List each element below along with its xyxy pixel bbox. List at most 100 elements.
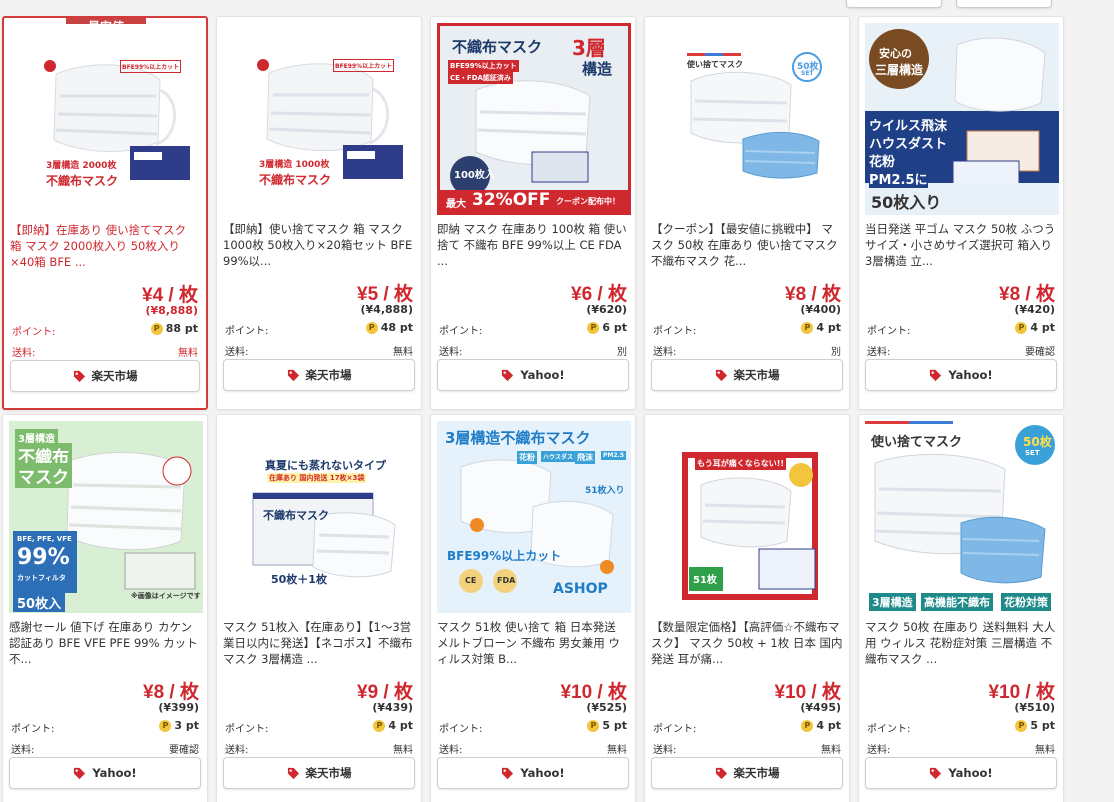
product-image[interactable]: 安心の 三層構造 ウイルス飛沫 ハウスダスト 花粉 PM2.5に 50枚入り [865, 23, 1059, 215]
image-caption: 安心の [879, 47, 912, 60]
product-card[interactable]: 最安値 3層構造 2000枚 不織布マスク BFE99%以上カット 【即納】在庫… [2, 16, 208, 410]
product-image[interactable]: 3層構造不織布マスク 花粉 ハウスダスト 飛沫 PM2.5 51枚入り BFE9… [437, 421, 631, 613]
image-caption: 花粉 [517, 451, 537, 464]
image-caption: 51枚 [693, 575, 717, 586]
shop-button[interactable]: Yahoo! [437, 359, 629, 391]
product-title[interactable]: マスク 50枚 在庫あり 送料無料 大人用 ウィルス 花粉症対策 三層構造 不織… [865, 619, 1057, 667]
image-caption: BFE, PFE, VFE [17, 535, 72, 543]
product-title[interactable]: 当日発送 平ゴム マスク 50枚 ふつうサイズ・小さめサイズ選択可 箱入り 3層… [865, 221, 1057, 269]
shipping-label: 送料: [439, 745, 463, 756]
product-image[interactable]: 使い捨てマスク 50枚 SET [651, 23, 845, 215]
image-caption: PM2.5に [869, 169, 928, 188]
image-caption: 不織布マスク [259, 173, 332, 187]
product-title[interactable]: 感謝セール 値下げ 在庫あり カケン認証あり BFE VFE PFE 99% カ… [9, 619, 201, 667]
image-caption: 在庫あり 国内発送 17枚×3袋 [267, 473, 367, 483]
total-price: (¥495) [800, 701, 841, 714]
product-card[interactable]: 不織布マスク 3層 構造 BFE99%以上カット CE・FDA認証済み 100枚… [430, 16, 636, 410]
tag-icon [74, 767, 86, 779]
product-image[interactable]: 使い捨てマスク 50枚 SET 3層構造 高機能不織布 花粉対策 [865, 421, 1059, 613]
unit-price: ¥4 / 枚 [142, 285, 198, 306]
point-coin-icon: P [587, 321, 600, 334]
points-text: 4 pt [388, 719, 413, 732]
product-card[interactable]: 安心の 三層構造 ウイルス飛沫 ハウスダスト 花粉 PM2.5に 50枚入り 当… [858, 16, 1064, 410]
tag-icon [930, 767, 942, 779]
image-caption: ※画像はイメージです [131, 592, 201, 600]
point-coin-icon: P [1015, 719, 1028, 732]
product-image[interactable]: 3層構造 不織布 マスク BFE, PFE, VFE 99% カットフィルタ 5… [9, 421, 203, 613]
tag-icon [502, 767, 514, 779]
image-caption: 不織布マスク [46, 174, 119, 188]
shop-button[interactable]: 楽天市場 [223, 757, 415, 789]
shipping-label: 送料: [225, 745, 249, 756]
point-coin-icon: P [801, 321, 814, 334]
unit-price: ¥5 / 枚 [357, 284, 413, 305]
product-card[interactable]: 3層構造 不織布 マスク BFE, PFE, VFE 99% カットフィルタ 5… [2, 414, 208, 802]
point-coin-icon: P [150, 322, 163, 335]
image-caption: 最大 [446, 199, 466, 210]
points-value: P5 pt [1015, 719, 1055, 732]
shop-button[interactable]: Yahoo! [9, 757, 201, 789]
point-coin-icon: P [365, 321, 378, 334]
unit-price: ¥10 / 枚 [774, 682, 841, 703]
point-coin-icon: P [587, 719, 600, 732]
shop-name: Yahoo! [948, 368, 993, 382]
product-title[interactable]: マスク 51枚 使い捨て 箱 日本発送 メルトブローン 不織布 男女兼用 ウィル… [437, 619, 629, 667]
top-control-left[interactable] [846, 0, 942, 8]
points-text: 48 pt [380, 321, 413, 334]
product-title[interactable]: 即納 マスク 在庫あり 100枚 箱 使い捨て 不織布 BFE 99%以上 CE… [437, 221, 629, 269]
product-title[interactable]: マスク 51枚入【在庫あり】【1〜3営業日以内に発送】【ネコポス】不織布マスク … [223, 619, 415, 667]
image-caption: 51枚入り [585, 486, 625, 496]
unit-price: ¥8 / 枚 [143, 682, 199, 703]
image-caption: SET [1025, 449, 1040, 457]
image-caption: 3層構造 1000枚 [259, 160, 330, 170]
point-label: ポイント: [439, 326, 483, 337]
product-title[interactable]: 【即納】在庫あり 使い捨てマスク 箱 マスク 2000枚入り 50枚入り×40箱… [10, 222, 200, 270]
total-price: (¥510) [1014, 701, 1055, 714]
point-label: ポイント: [653, 724, 697, 735]
product-title[interactable]: 【即納】使い捨てマスク 箱 マスク 1000枚 50枚入り×20箱セット BFE… [223, 221, 415, 269]
points-value: P4 pt [801, 719, 841, 732]
shipping-label: 送料: [653, 347, 677, 358]
unit-price: ¥9 / 枚 [357, 682, 413, 703]
product-card[interactable]: 3層構造不織布マスク 花粉 ハウスダスト 飛沫 PM2.5 51枚入り BFE9… [430, 414, 636, 802]
product-image[interactable]: 3層構造 2000枚 不織布マスク BFE99%以上カット [10, 24, 204, 216]
product-image[interactable]: 真夏にも蒸れないタイプ 在庫あり 国内発送 17枚×3袋 不織布マスク 50枚＋… [223, 421, 417, 613]
points-value: P4 pt [373, 719, 413, 732]
shop-button[interactable]: 楽天市場 [651, 359, 843, 391]
unit-price: ¥8 / 枚 [999, 284, 1055, 305]
top-control-right[interactable] [956, 0, 1052, 8]
image-caption: 99% [17, 545, 70, 570]
product-title[interactable]: 【数量限定価格】【高評価☆不織布マスク】 マスク 50枚 + 1枚 日本 国内発… [651, 619, 843, 667]
product-card[interactable]: 3層構造 1000枚 不織布マスク BFE99%以上カット 【即納】使い捨てマス… [216, 16, 422, 410]
shop-button[interactable]: Yahoo! [865, 757, 1057, 789]
product-image[interactable]: 不織布マスク 3層 構造 BFE99%以上カット CE・FDA認証済み 100枚… [437, 23, 631, 215]
shop-name: Yahoo! [520, 766, 565, 780]
total-price: (¥620) [586, 303, 627, 316]
shop-name: 楽天市場 [733, 766, 780, 780]
product-card[interactable]: 使い捨てマスク 50枚 SET 【クーポン】【最安値に挑戦中】 マスク 50枚 … [644, 16, 850, 410]
product-image[interactable]: 3層構造 1000枚 不織布マスク BFE99%以上カット [223, 23, 417, 215]
points-value: P4 pt [801, 321, 841, 334]
image-caption: ウイルス飛沫 [869, 119, 948, 134]
image-caption: もう耳が痛くならない!! [695, 457, 787, 470]
points-text: 4 pt [816, 719, 841, 732]
product-card[interactable]: 使い捨てマスク 50枚 SET 3層構造 高機能不織布 花粉対策 マスク 50枚… [858, 414, 1064, 802]
product-image[interactable]: もう耳が痛くならない!! 51枚 [651, 421, 845, 613]
image-caption: 使い捨てマスク [687, 60, 743, 69]
image-caption: 花粉 [869, 155, 896, 170]
shop-button[interactable]: Yahoo! [437, 757, 629, 789]
shipping-label: 送料: [12, 348, 36, 359]
shop-button[interactable]: 楽天市場 [223, 359, 415, 391]
image-caption: 不織布マスク [263, 509, 329, 522]
image-caption: 三層構造 [875, 63, 924, 77]
product-title[interactable]: 【クーポン】【最安値に挑戦中】 マスク 50枚 在庫あり 使い捨てマスク 不織布… [651, 221, 843, 269]
product-card[interactable]: 真夏にも蒸れないタイプ 在庫あり 国内発送 17枚×3袋 不織布マスク 50枚＋… [216, 414, 422, 802]
image-caption: 32%OFF [472, 190, 551, 210]
points-text: 5 pt [1030, 719, 1055, 732]
image-caption: CE・FDA認証済み [448, 72, 513, 84]
shop-button[interactable]: 楽天市場 [651, 757, 843, 789]
total-price: (¥399) [158, 701, 199, 714]
shop-button[interactable]: Yahoo! [865, 359, 1057, 391]
shop-button[interactable]: 楽天市場 [10, 360, 200, 392]
product-card[interactable]: もう耳が痛くならない!! 51枚 【数量限定価格】【高評価☆不織布マスク】 マス… [644, 414, 850, 802]
